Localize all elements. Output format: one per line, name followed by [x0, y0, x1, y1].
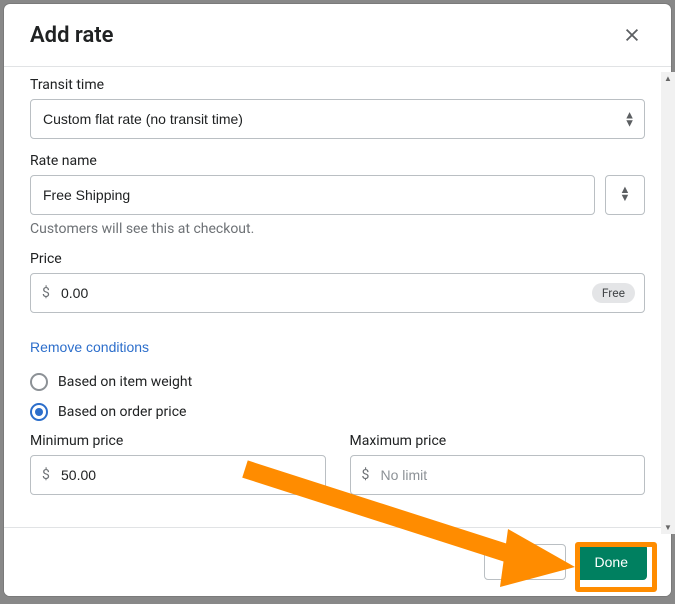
- radio-price-label: Based on order price: [58, 404, 186, 420]
- transit-time-field: Transit time ▲▼: [30, 77, 645, 139]
- scrollbar[interactable]: ▲ ▼: [661, 72, 671, 534]
- rate-name-field: Rate name ▲▼ Customers will see this at …: [30, 153, 645, 237]
- rate-name-sort-button[interactable]: ▲▼: [605, 175, 645, 215]
- radio-icon-selected: [30, 403, 48, 421]
- scroll-down-icon: ▼: [664, 523, 671, 532]
- modal-header: Add rate: [4, 4, 671, 67]
- minimum-price-field: Minimum price $: [30, 433, 326, 495]
- sort-icon: ▲▼: [620, 184, 631, 204]
- cancel-button[interactable]: Cancel: [484, 544, 566, 580]
- transit-time-label: Transit time: [30, 77, 645, 93]
- min-max-row: Minimum price $ Maximum price $: [30, 433, 645, 495]
- transit-time-select[interactable]: [30, 99, 645, 139]
- currency-symbol: $: [42, 467, 50, 483]
- free-badge: Free: [592, 283, 635, 303]
- price-field: Price $ Free: [30, 251, 645, 313]
- modal-body: Transit time ▲▼ Rate name ▲▼ Customers w…: [4, 67, 671, 527]
- maximum-price-input[interactable]: [350, 455, 646, 495]
- price-label: Price: [30, 251, 645, 267]
- price-input[interactable]: [30, 273, 645, 313]
- minimum-price-label: Minimum price: [30, 433, 326, 449]
- rate-name-help: Customers will see this at checkout.: [30, 221, 645, 237]
- currency-symbol: $: [42, 285, 50, 301]
- maximum-price-label: Maximum price: [350, 433, 646, 449]
- maximum-price-field: Maximum price $: [350, 433, 646, 495]
- scroll-up-icon: ▲: [664, 74, 671, 83]
- add-rate-modal: Add rate Transit time ▲▼ Rate name ▲▼ Cu…: [4, 4, 671, 596]
- conditions-radio-group: Based on item weight Based on order pric…: [30, 373, 645, 421]
- modal-footer: Cancel Done: [4, 527, 671, 596]
- done-button[interactable]: Done: [576, 544, 647, 580]
- radio-icon: [30, 373, 48, 391]
- close-button[interactable]: [619, 22, 645, 48]
- currency-symbol: $: [362, 467, 370, 483]
- rate-name-input[interactable]: [30, 175, 595, 215]
- minimum-price-input[interactable]: [30, 455, 326, 495]
- radio-item-weight[interactable]: Based on item weight: [30, 373, 645, 391]
- remove-conditions-link[interactable]: Remove conditions: [30, 339, 149, 355]
- radio-weight-label: Based on item weight: [58, 374, 192, 390]
- close-icon: [623, 26, 641, 44]
- modal-title: Add rate: [30, 23, 114, 48]
- radio-item-price[interactable]: Based on order price: [30, 403, 645, 421]
- rate-name-label: Rate name: [30, 153, 645, 169]
